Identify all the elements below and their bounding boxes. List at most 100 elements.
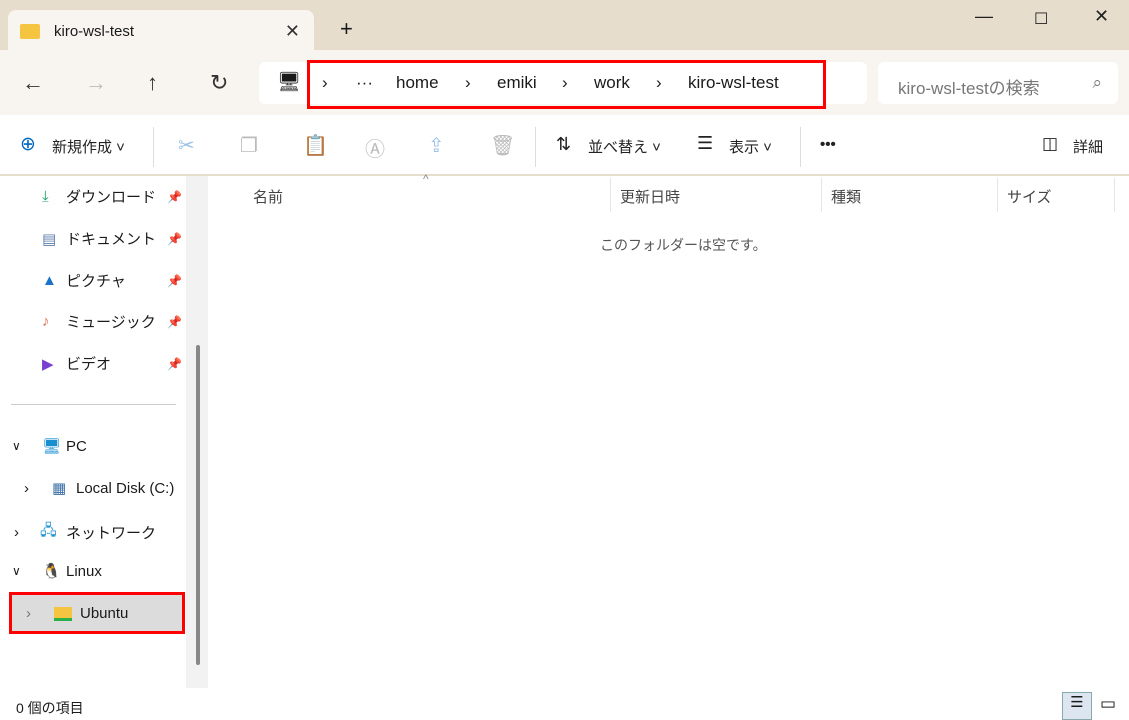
breadcrumb-kiro-wsl-test[interactable]: kiro-wsl-test (688, 73, 779, 93)
column-divider[interactable] (821, 178, 822, 212)
pin-icon[interactable]: 📌 (167, 357, 182, 371)
sidebar-item-network[interactable]: › 🖧 ネットワーク (14, 520, 156, 545)
sidebar-item-pictures[interactable]: ▲ ピクチャ (42, 270, 126, 291)
breadcrumb-emiki[interactable]: emiki (497, 73, 537, 93)
window-close-button[interactable]: ✕ (1094, 6, 1109, 27)
sidebar-label: ダウンロード (66, 189, 157, 206)
breadcrumb-overflow[interactable]: ··· (356, 73, 373, 93)
divider (153, 127, 154, 167)
pc-icon: 🖥 (42, 438, 62, 455)
sidebar-label: ネットワーク (66, 525, 157, 542)
divider (800, 127, 801, 167)
close-tab-icon[interactable]: ✕ (285, 21, 300, 42)
pin-icon[interactable]: 📌 (167, 315, 182, 329)
empty-folder-message: このフォルダーは空です。 (600, 237, 767, 253)
scrollbar-thumb[interactable] (196, 345, 200, 665)
document-icon: ▤ (42, 230, 57, 248)
sort-label: 並べ替え (588, 139, 649, 156)
column-divider[interactable] (610, 178, 611, 212)
tiles-view-button[interactable]: ▭ (1100, 694, 1116, 714)
search-icon: ⌕ (1092, 73, 1102, 92)
breadcrumb-home[interactable]: home (396, 73, 439, 93)
sidebar-label: PC (66, 437, 87, 455)
linux-penguin-icon: 🐧 (42, 563, 61, 580)
sidebar-item-pc[interactable]: ∨ 🖥 PC (12, 437, 87, 456)
pin-icon[interactable]: 📌 (167, 274, 182, 288)
sidebar-item-videos[interactable]: ▶ ビデオ (42, 353, 111, 374)
new-button[interactable]: 新規作成 ˅ (52, 136, 125, 157)
new-label: 新規作成 (52, 139, 113, 156)
chevron-right-icon[interactable]: › (465, 73, 471, 93)
sidebar-item-downloads[interactable]: ⤓ ダウンロード (42, 186, 156, 207)
chevron-down-icon[interactable]: ∨ (12, 439, 42, 453)
column-divider[interactable] (997, 178, 998, 212)
chevron-right-icon[interactable]: › (26, 605, 54, 622)
sidebar-item-linux[interactable]: ∨ 🐧 Linux (12, 562, 102, 581)
maximize-button[interactable]: ☐ (1034, 9, 1048, 29)
chevron-right-icon[interactable]: › (24, 480, 52, 497)
view-label: 表示 (729, 139, 760, 156)
view-button[interactable]: 表示 ˅ (729, 136, 772, 157)
column-type[interactable]: 種類 (831, 186, 861, 207)
list-view-icon: ☰ (1070, 694, 1084, 711)
folder-icon (54, 606, 72, 621)
back-button[interactable]: ← (22, 70, 44, 96)
sidebar-item-music[interactable]: ♪ ミュージック (42, 311, 156, 332)
column-size[interactable]: サイズ (1007, 186, 1052, 207)
drive-icon: ▦ (52, 480, 67, 497)
forward-button[interactable]: → (85, 70, 107, 96)
sidebar-label: Ubuntu (80, 605, 129, 622)
sidebar-label: ビデオ (66, 356, 112, 373)
sidebar-label: ピクチャ (66, 273, 126, 290)
pin-icon[interactable]: 📌 (167, 190, 182, 204)
details-pane-icon: ◫ (1042, 134, 1059, 153)
details-view-button[interactable]: ☰ (1062, 692, 1092, 720)
item-count: 0 個の項目 (16, 700, 84, 716)
up-button[interactable]: ↑ (147, 70, 158, 96)
more-button[interactable]: ••• (820, 136, 836, 153)
delete-icon[interactable]: 🗑 (490, 133, 515, 158)
chevron-right-icon[interactable]: › (14, 524, 40, 541)
sidebar-item-local-disk[interactable]: › ▦ Local Disk (C:) (24, 479, 175, 498)
sort-icon: ⇅ (556, 134, 572, 154)
tab-title: kiro-wsl-test (54, 22, 135, 40)
sidebar-label: ミュージック (66, 314, 156, 331)
search-placeholder: kiro-wsl-testの検索 (898, 79, 1040, 98)
column-divider[interactable] (1114, 178, 1115, 212)
share-icon[interactable]: ⇪ (428, 133, 445, 158)
copy-icon[interactable]: ❐ (240, 133, 258, 158)
tab-kiro-wsl-test[interactable]: kiro-wsl-test ✕ (8, 10, 314, 52)
network-icon: 🖧 (40, 522, 57, 539)
sidebar-label: Linux (66, 562, 102, 580)
music-icon: ♪ (42, 313, 50, 330)
new-tab-button[interactable]: + (340, 16, 353, 42)
rename-icon[interactable]: Ⓐ (365, 133, 385, 162)
column-modified[interactable]: 更新日時 (620, 186, 680, 207)
download-icon: ⤓ (42, 188, 49, 205)
breadcrumb-work[interactable]: work (594, 73, 630, 93)
chevron-down-icon[interactable]: ∨ (12, 564, 42, 578)
sidebar-item-documents[interactable]: ▤ ドキュメント (42, 228, 156, 249)
pin-icon[interactable]: 📌 (167, 232, 182, 246)
sidebar-label: ドキュメント (66, 231, 157, 248)
sort-button[interactable]: 並べ替え ˅ (588, 136, 661, 157)
chevron-right-icon[interactable]: › (656, 73, 662, 93)
chevron-right-icon[interactable]: › (562, 73, 568, 93)
minimize-button[interactable]: — (975, 6, 993, 27)
video-icon: ▶ (42, 355, 54, 373)
sort-ascending-icon: ^ (423, 172, 429, 186)
sidebar-item-ubuntu[interactable]: › Ubuntu (9, 592, 185, 634)
details-button[interactable]: 詳細 (1073, 136, 1103, 157)
cut-icon[interactable]: ✂ (178, 133, 195, 158)
plus-circle-icon: ⊕ (20, 134, 36, 155)
paste-icon[interactable]: 📋 (303, 133, 328, 158)
divider (11, 404, 176, 405)
computer-icon: 🖥 (277, 72, 302, 93)
view-icon: ☰ (697, 133, 714, 153)
divider (535, 127, 536, 167)
sidebar-label: Local Disk (C:) (76, 479, 175, 497)
refresh-button[interactable]: ↻ (210, 70, 228, 96)
search-input[interactable]: kiro-wsl-testの検索 ⌕ (878, 62, 1118, 104)
chevron-right-icon[interactable]: › (322, 73, 328, 93)
column-name[interactable]: 名前 (253, 186, 283, 207)
